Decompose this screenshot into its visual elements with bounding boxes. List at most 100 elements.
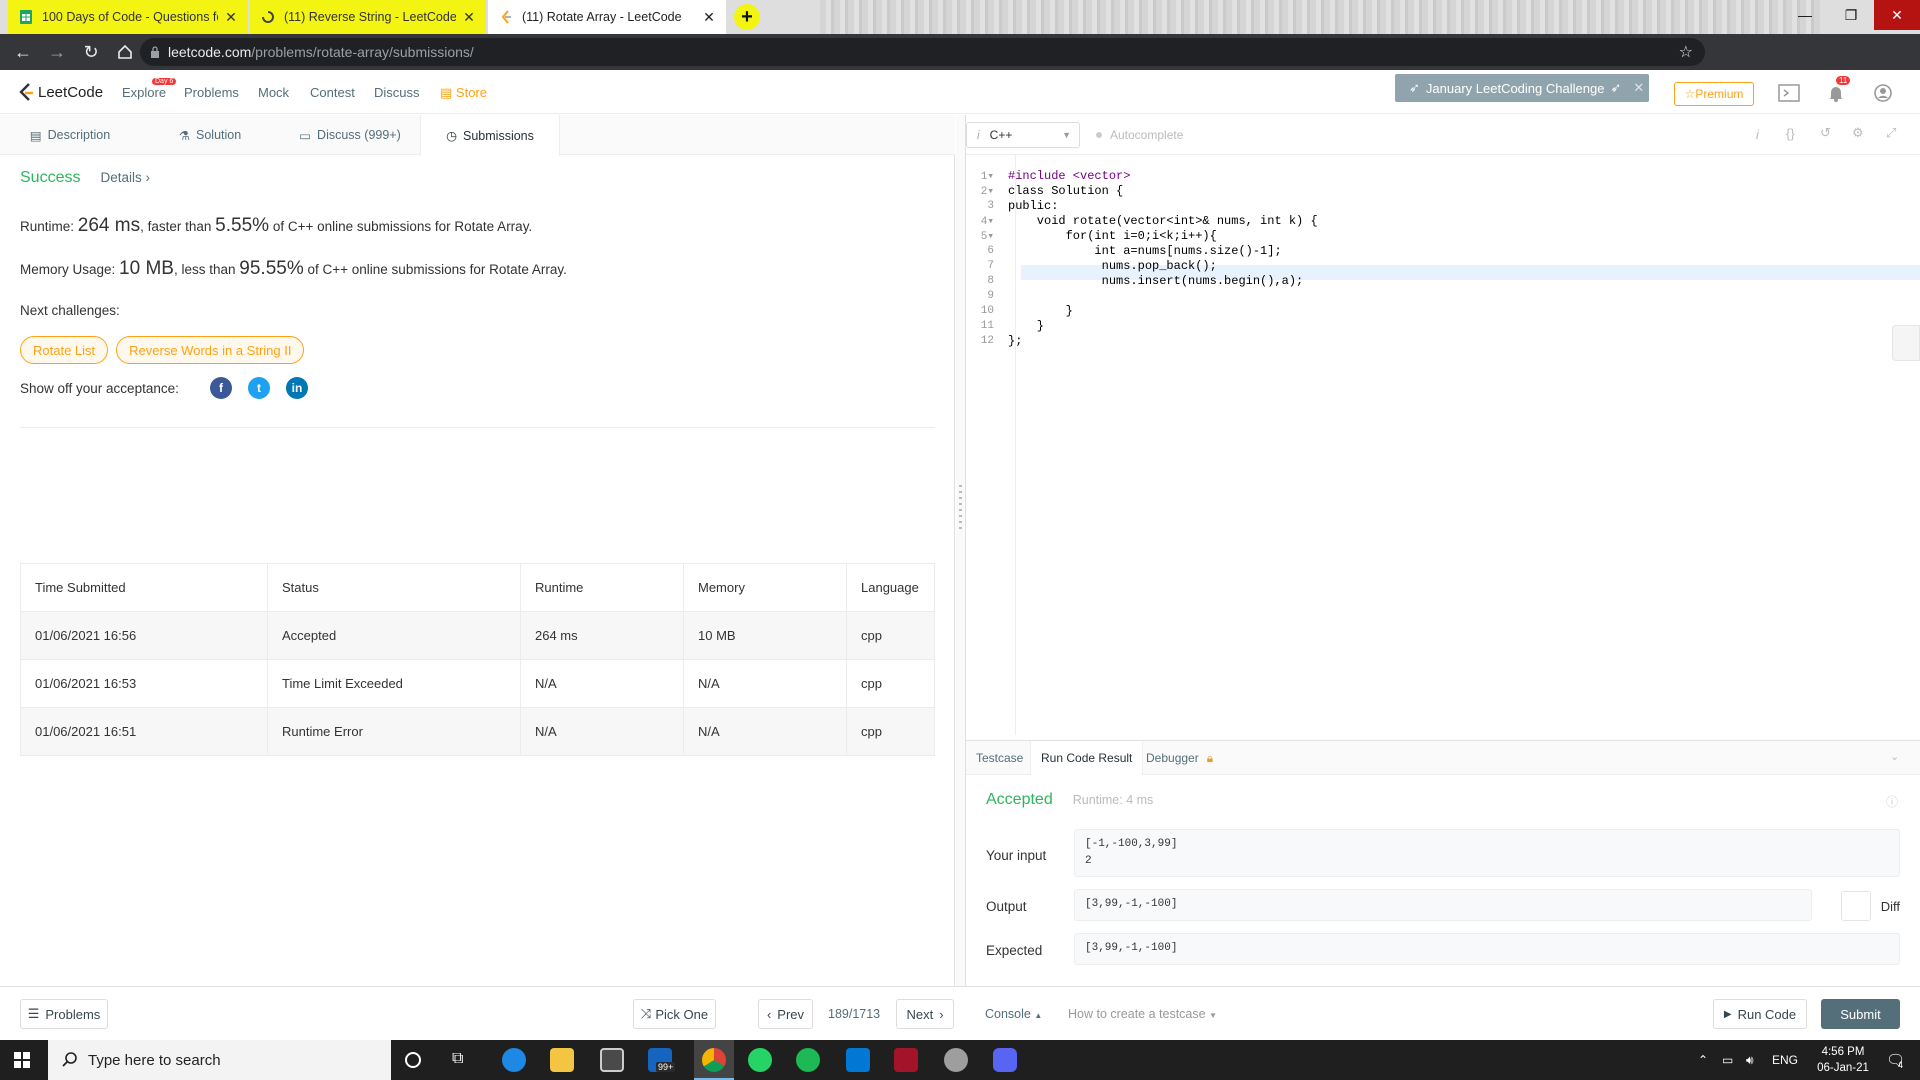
taskbar-search[interactable]: Type here to search bbox=[48, 1040, 391, 1080]
back-icon[interactable]: ← bbox=[12, 41, 34, 63]
run-status: Accepted bbox=[986, 791, 1053, 808]
user-avatar-icon[interactable] bbox=[1874, 84, 1892, 102]
diff-checkbox[interactable] bbox=[1840, 891, 1871, 921]
chrome-icon[interactable] bbox=[702, 1048, 726, 1072]
twitter-icon[interactable]: t bbox=[248, 377, 270, 399]
restore-icon[interactable]: ❐ bbox=[1828, 0, 1874, 30]
tab-solution[interactable]: ⚗ Solution bbox=[140, 115, 280, 155]
browser-tab-100-days[interactable]: 100 Days of Code - Questions fo ✕ bbox=[8, 0, 248, 34]
close-icon[interactable]: ✕ bbox=[1633, 80, 1644, 96]
submit-button[interactable]: Submit bbox=[1821, 999, 1900, 1029]
tab-close-icon[interactable]: ✕ bbox=[462, 9, 476, 26]
facebook-icon[interactable]: f bbox=[210, 377, 232, 399]
loading-icon bbox=[260, 9, 276, 25]
runtime-value: 264 ms bbox=[77, 215, 141, 236]
how-to-testcase-link[interactable]: How to create a testcase ▼ bbox=[1068, 1007, 1217, 1021]
store-icon: ▤ bbox=[440, 85, 456, 100]
browser-tab-reverse-string[interactable]: (11) Reverse String - LeetCode ✕ bbox=[250, 0, 486, 34]
tab-discuss[interactable]: ▭ Discuss (999+) bbox=[280, 115, 420, 155]
pane-resize-handle[interactable] bbox=[956, 115, 966, 986]
tab-run-code-result[interactable]: Run Code Result bbox=[1030, 741, 1144, 775]
spotify-icon[interactable] bbox=[796, 1048, 820, 1072]
run-result-header: Accepted Runtime: 4 ms bbox=[986, 791, 1153, 809]
edge-icon[interactable] bbox=[502, 1048, 526, 1072]
task-view-icon[interactable]: ⧉ bbox=[452, 1050, 463, 1068]
input-language[interactable]: ENG bbox=[1772, 1040, 1798, 1080]
challenge-banner[interactable]: ➶ January LeetCoding Challenge ➶ ✕ bbox=[1395, 74, 1649, 102]
cell-status-link[interactable]: Accepted bbox=[267, 611, 521, 660]
code-editor[interactable]: 1▾ #include <vector> 2▾ class Solution { 3… bbox=[966, 155, 1920, 735]
problems-button[interactable]: ☰ Problems bbox=[20, 999, 108, 1029]
braces-icon[interactable]: {} bbox=[1786, 126, 1795, 141]
leetcode-logo[interactable]: LeetCode bbox=[18, 82, 103, 102]
nav-mock[interactable]: Mock bbox=[258, 85, 289, 100]
reload-icon[interactable]: ↻ bbox=[80, 41, 102, 63]
whatsapp-icon[interactable] bbox=[748, 1048, 772, 1072]
network-icon[interactable]: ▭ bbox=[1722, 1040, 1733, 1080]
app-icon[interactable] bbox=[944, 1048, 968, 1072]
memory-tail: of C++ online submissions for Rotate Arr… bbox=[307, 262, 567, 277]
new-tab-button[interactable]: + bbox=[734, 4, 760, 30]
cell-status-link[interactable]: Time Limit Exceeded bbox=[267, 659, 521, 708]
autocomplete-toggle[interactable]: Autocomplete bbox=[1096, 128, 1183, 142]
memory-stat: Memory Usage: 10 MB, less than 95.55% of… bbox=[20, 258, 567, 280]
language-select[interactable]: i C++ ▼ bbox=[966, 122, 1080, 148]
tab-submissions[interactable]: ◷ Submissions bbox=[420, 115, 560, 156]
tray-chevron-up-icon[interactable]: ⌃ bbox=[1698, 1040, 1708, 1080]
prev-button[interactable]: ‹ Prev bbox=[758, 999, 813, 1029]
store-icon[interactable] bbox=[600, 1048, 624, 1072]
linkedin-icon[interactable]: in bbox=[286, 377, 308, 399]
nav-problems[interactable]: Problems bbox=[184, 85, 239, 100]
cortana-icon[interactable] bbox=[405, 1052, 421, 1068]
settings-icon[interactable]: ⚙ bbox=[1852, 125, 1864, 141]
nav-explore[interactable]: Explore bbox=[122, 85, 166, 100]
forward-icon[interactable]: → bbox=[46, 41, 68, 63]
challenge-pill-reverse-words[interactable]: Reverse Words in a String II bbox=[116, 336, 305, 364]
tab-title: (11) Reverse String - LeetCode bbox=[284, 10, 456, 24]
notes-side-tab[interactable] bbox=[1892, 325, 1920, 361]
file-icon: ▤ bbox=[29, 128, 42, 143]
tab-label: Solution bbox=[196, 128, 242, 142]
browser-tab-rotate-array[interactable]: (11) Rotate Array - LeetCode ✕ bbox=[488, 0, 726, 34]
discord-icon[interactable] bbox=[993, 1048, 1017, 1072]
app-icon[interactable] bbox=[846, 1048, 870, 1072]
tab-close-icon[interactable]: ✕ bbox=[224, 9, 238, 26]
nav-discuss[interactable]: Discuss bbox=[374, 85, 420, 100]
reset-icon[interactable]: ↺ bbox=[1820, 125, 1831, 141]
app-icon[interactable] bbox=[894, 1048, 918, 1072]
console-toggle[interactable]: Console ▲ bbox=[985, 1007, 1042, 1021]
details-link[interactable]: Details › bbox=[100, 170, 150, 185]
help-icon[interactable]: ⓘ bbox=[1886, 793, 1898, 810]
cell-language: cpp bbox=[846, 707, 935, 756]
diff-toggle[interactable]: Diff bbox=[1826, 891, 1900, 921]
tab-testcase[interactable]: Testcase bbox=[966, 741, 1033, 775]
nav-store[interactable]: ▤ Store bbox=[440, 85, 487, 101]
address-bar[interactable]: leetcode.com/problems/rotate-array/submi… bbox=[140, 38, 1705, 66]
info-icon[interactable]: i bbox=[1756, 127, 1759, 142]
line-number: 2▾ bbox=[980, 185, 994, 198]
run-code-button[interactable]: ▶ Run Code bbox=[1713, 999, 1807, 1029]
chevron-down-icon[interactable]: ⌄ bbox=[1890, 750, 1899, 763]
windows-start-icon[interactable] bbox=[14, 1052, 30, 1068]
pick-one-button[interactable]: ⤨ Pick One bbox=[633, 999, 716, 1029]
tab-debugger[interactable]: Debugger 🔒︎ bbox=[1136, 741, 1223, 775]
next-button[interactable]: Next › bbox=[896, 999, 954, 1029]
bookmark-star-icon[interactable]: ☆ bbox=[1679, 42, 1693, 62]
tab-close-icon[interactable]: ✕ bbox=[702, 9, 716, 26]
file-explorer-icon[interactable] bbox=[550, 1048, 574, 1072]
volume-icon[interactable]: 🔊︎ bbox=[1746, 1040, 1754, 1080]
language-value: C++ bbox=[989, 128, 1013, 142]
clock[interactable]: 4:56 PM 06-Jan-21 bbox=[1808, 1044, 1878, 1076]
playground-icon[interactable] bbox=[1778, 84, 1800, 102]
challenge-pill-rotate-list[interactable]: Rotate List bbox=[20, 336, 109, 364]
notification-bell-icon[interactable] bbox=[1828, 84, 1844, 102]
tab-description[interactable]: ▤ Description bbox=[0, 115, 140, 155]
window-close-icon[interactable]: ✕ bbox=[1874, 0, 1920, 30]
info-icon: i bbox=[977, 128, 980, 142]
home-icon[interactable] bbox=[114, 41, 136, 63]
nav-contest[interactable]: Contest bbox=[310, 85, 355, 100]
premium-button[interactable]: ☆ Premium bbox=[1674, 82, 1754, 106]
fullscreen-icon[interactable]: ⤢ bbox=[1886, 125, 1896, 141]
minimize-icon[interactable]: — bbox=[1782, 0, 1828, 30]
cell-status-link[interactable]: Runtime Error bbox=[267, 707, 521, 756]
